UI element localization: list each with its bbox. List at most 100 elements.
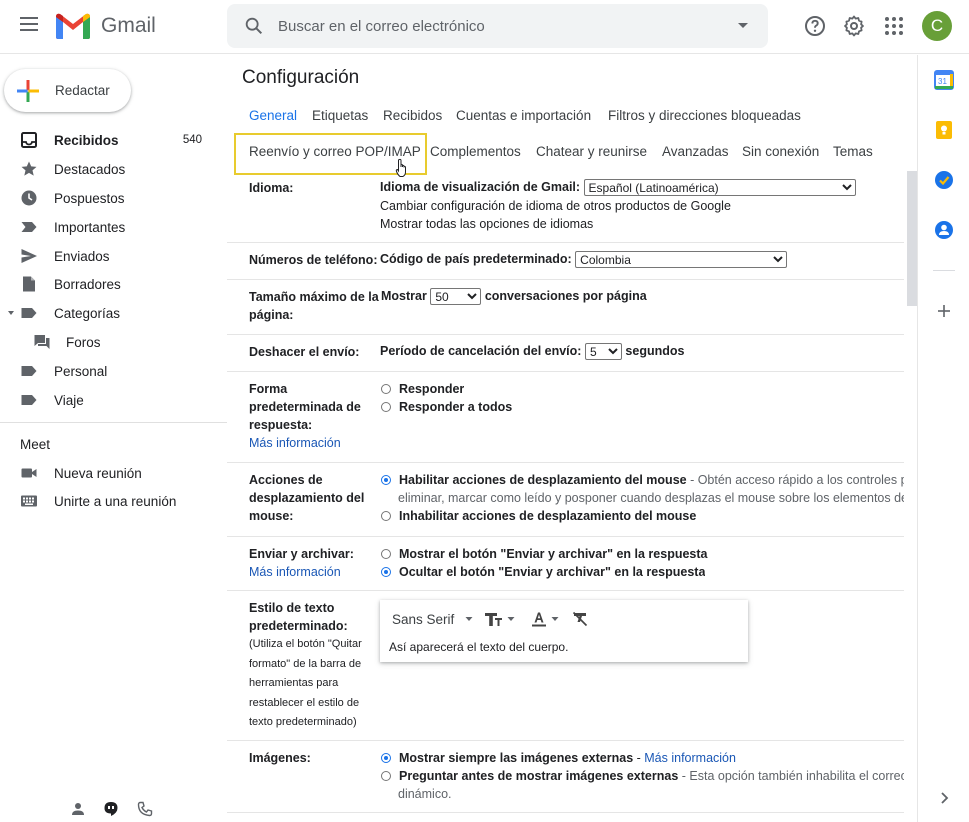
display-language-select[interactable]: Español (Latinoamérica) — [583, 179, 856, 197]
meet-new-meeting[interactable]: Nueva reunión — [0, 459, 227, 487]
radio-button[interactable] — [381, 402, 391, 412]
setting-deshacer-envio: Deshacer el envío: Período de cancelació… — [227, 335, 904, 372]
reply-option-responder-todos[interactable]: Responder a todos — [380, 398, 512, 416]
main-menu-icon[interactable] — [20, 17, 38, 31]
sidebar-item-label: Importantes — [54, 219, 126, 235]
search-icon[interactable] — [243, 15, 265, 37]
setting-label: Números de teléfono: — [249, 253, 378, 267]
add-addon-plus-icon[interactable] — [934, 301, 954, 321]
images-option-always[interactable]: Mostrar siempre las imágenes externas - … — [380, 749, 736, 767]
contacts-person-icon[interactable] — [70, 801, 86, 817]
tab-avanzadas[interactable]: Avanzadas — [662, 144, 729, 159]
hover-option-enable[interactable]: Habilitar acciones de desplazamiento del… — [380, 471, 904, 489]
setting-enviar-archivar: Enviar y archivar: Más información Mostr… — [227, 537, 904, 591]
more-info-link[interactable]: Más información — [644, 751, 736, 765]
gmail-logo[interactable]: Gmail — [56, 13, 156, 39]
hangouts-chat-icon[interactable] — [103, 801, 119, 817]
sidebar-item-categorias[interactable]: Categorías — [0, 299, 227, 327]
undo-period-select[interactable]: 5 — [584, 343, 622, 361]
setting-label-line: Forma — [249, 382, 288, 396]
phone-icon[interactable] — [137, 801, 153, 817]
setting-label-line: Enviar y archivar: — [249, 547, 354, 561]
sidebar-item-destacados[interactable]: Destacados — [0, 155, 227, 183]
tab-general[interactable]: General — [249, 108, 297, 123]
option-description: - Obtén acceso rápido a los controles pa… — [690, 473, 904, 487]
sidebar-item-pospuestos[interactable]: Pospuestos — [0, 184, 227, 212]
tab-filtros[interactable]: Filtros y direcciones bloqueadas — [608, 108, 801, 123]
tab-recibidos[interactable]: Recibidos — [383, 108, 442, 123]
images-option-ask[interactable]: Preguntar antes de mostrar imágenes exte… — [380, 767, 904, 785]
tasks-icon[interactable] — [934, 170, 954, 190]
sidebar-item-enviados[interactable]: Enviados — [0, 242, 227, 270]
setting-tamano-pagina: Tamaño máximo de la página: Mostrar 50 c… — [227, 280, 904, 335]
setting-label-line: mouse: — [249, 509, 294, 523]
setting-deshacer-body: Período de cancelación del envío: 5 segu… — [380, 342, 684, 361]
radio-button[interactable] — [381, 753, 391, 763]
tab-etiquetas[interactable]: Etiquetas — [312, 108, 368, 123]
country-code-select[interactable]: Colombia — [575, 251, 788, 269]
page-title: Configuración — [242, 67, 360, 88]
expand-arrow-icon[interactable] — [6, 308, 16, 318]
text-color-icon[interactable] — [530, 610, 548, 628]
tab-cuentas-importacion[interactable]: Cuentas e importación — [456, 108, 591, 123]
radio-label: Responder a todos — [399, 400, 513, 414]
sidebar-item-viaje[interactable]: Viaje — [0, 386, 227, 414]
keep-icon[interactable] — [934, 120, 954, 140]
radio-button[interactable] — [381, 384, 391, 394]
radio-button[interactable] — [381, 511, 391, 521]
search-options-icon[interactable] — [735, 17, 751, 33]
radio-button[interactable] — [381, 567, 391, 577]
setting-telefono: Números de teléfono: Código de país pred… — [227, 243, 904, 280]
font-family-select[interactable]: Sans Serif — [392, 612, 454, 627]
radio-button[interactable] — [381, 549, 391, 559]
apps-grid-icon[interactable] — [882, 14, 906, 38]
calendar-icon[interactable]: 31 — [934, 70, 954, 90]
contacts-icon[interactable] — [934, 220, 954, 240]
more-info-link[interactable]: Más información — [249, 565, 341, 579]
sidebar-item-foros[interactable]: Foros — [0, 328, 227, 356]
help-icon[interactable] — [803, 14, 827, 38]
tab-sin-conexion[interactable]: Sin conexión — [742, 144, 819, 159]
keyboard-icon — [21, 495, 37, 507]
compose-button[interactable]: Redactar — [4, 69, 131, 112]
remove-formatting-icon[interactable] — [571, 610, 589, 628]
sidebar-item-importantes[interactable]: Importantes — [0, 213, 227, 241]
sidebar-item-recibidos[interactable]: Recibidos 540 — [0, 126, 227, 154]
reply-option-responder[interactable]: Responder — [380, 380, 464, 398]
setting-imagenes: Imágenes: Mostrar siempre las imágenes e… — [227, 741, 904, 813]
search-input[interactable] — [278, 4, 718, 48]
sidebar-item-personal[interactable]: Personal — [0, 357, 227, 385]
setting-idioma: Idioma: Idioma de visualización de Gmail… — [227, 171, 904, 243]
page-size-select[interactable]: 50 — [430, 288, 482, 306]
tab-chatear-reunirse[interactable]: Chatear y reunirse — [536, 144, 647, 159]
radio-button[interactable] — [381, 475, 391, 485]
font-size-icon[interactable] — [484, 610, 504, 628]
dropdown-arrow-icon[interactable] — [550, 614, 560, 624]
top-bar: Gmail C — [0, 0, 969, 54]
settings-scrollbar[interactable] — [907, 171, 917, 306]
tab-complementos[interactable]: Complementos — [430, 144, 521, 159]
meet-join-meeting[interactable]: Unirte a una reunión — [0, 487, 227, 515]
page-size-prefix: Mostrar — [381, 289, 427, 303]
send-archive-show[interactable]: Mostrar el botón "Enviar y archivar" en … — [380, 545, 708, 563]
show-all-languages-link[interactable]: Mostrar todas las opciones de idiomas — [380, 215, 593, 233]
chevron-right-icon[interactable] — [934, 788, 954, 808]
settings-gear-icon[interactable] — [842, 14, 866, 38]
hover-option-disable[interactable]: Inhabilitar acciones de desplazamiento d… — [380, 507, 696, 525]
setting-label-line: desplazamiento del — [249, 491, 365, 505]
star-icon — [21, 161, 37, 176]
more-info-link[interactable]: Más información — [249, 436, 341, 450]
option-description: - Esta opción también inhabilita el corr… — [681, 769, 904, 783]
dropdown-arrow-icon[interactable] — [464, 614, 474, 624]
account-avatar[interactable]: C — [922, 11, 952, 41]
change-language-link[interactable]: Cambiar configuración de idioma de otros… — [380, 197, 731, 215]
radio-button[interactable] — [381, 771, 391, 781]
text-style-editor[interactable]: Sans Serif Así aparecerá el texto del cu… — [380, 600, 748, 662]
send-archive-hide[interactable]: Ocultar el botón "Enviar y archivar" en … — [380, 563, 705, 581]
setting-label: Imágenes: — [249, 751, 311, 765]
send-icon — [21, 249, 37, 263]
tab-temas[interactable]: Temas — [833, 144, 873, 159]
search-bar[interactable] — [227, 4, 768, 48]
dropdown-arrow-icon[interactable] — [506, 614, 516, 624]
sidebar-item-borradores[interactable]: Borradores — [0, 270, 227, 298]
